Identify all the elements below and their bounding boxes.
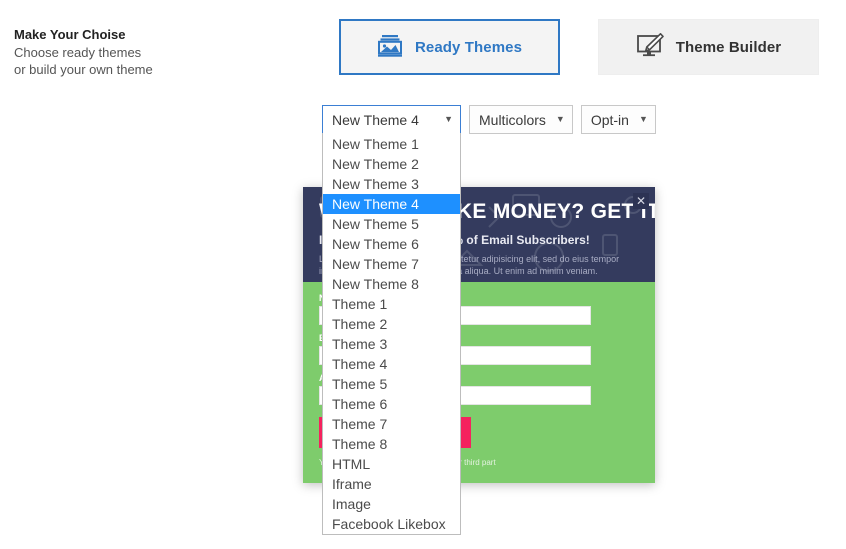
dropdown-option[interactable]: Theme 3 [323, 334, 460, 354]
intro-line-1: Choose ready themes [14, 45, 142, 60]
chevron-down-icon: ▼ [638, 114, 648, 124]
intro-block: Make Your Choise Choose ready themes or … [14, 26, 153, 78]
monitor-pencil-icon [636, 32, 664, 62]
tab-ready-themes-label: Ready Themes [414, 38, 523, 56]
type-select[interactable]: Opt-in ▼ [580, 105, 656, 134]
dropdown-option[interactable]: Facebook Likebox [323, 514, 460, 534]
dropdown-option[interactable]: New Theme 1 [323, 134, 460, 154]
dropdown-option[interactable]: Image [323, 494, 460, 514]
dropdown-option[interactable]: Theme 8 [323, 434, 460, 454]
dropdown-option[interactable]: Iframe [323, 474, 460, 494]
dropdown-option[interactable]: New Theme 3 [323, 174, 460, 194]
tab-theme-builder-label: Theme Builder [675, 38, 782, 56]
popup-close-button[interactable]: ✕ [633, 193, 649, 209]
color-select[interactable]: Multicolors ▼ [469, 105, 573, 134]
dropdown-option[interactable]: Theme 2 [323, 314, 460, 334]
dropdown-option[interactable]: New Theme 5 [323, 214, 460, 234]
theme-select[interactable]: New Theme 4 ▼ [322, 105, 461, 134]
intro-line-2: or build your own theme [14, 62, 153, 77]
dropdown-option[interactable]: New Theme 8 [323, 274, 460, 294]
dropdown-option[interactable]: New Theme 6 [323, 234, 460, 254]
dropdown-option[interactable]: Theme 4 [323, 354, 460, 374]
tab-theme-builder[interactable]: Theme Builder [598, 19, 819, 75]
chevron-down-icon: ▼ [444, 114, 453, 124]
filter-select-row: New Theme 4 ▼ Multicolors ▼ Opt-in ▼ [322, 105, 656, 134]
mode-tabs: Ready Themes Theme Builder [339, 19, 819, 75]
type-select-value: Opt-in [590, 111, 629, 128]
dropdown-option[interactable]: Theme 6 [323, 394, 460, 414]
dropdown-option[interactable]: Theme 1 [323, 294, 460, 314]
theme-select-value: New Theme 4 [332, 111, 419, 128]
dropdown-option[interactable]: New Theme 7 [323, 254, 460, 274]
dropdown-option[interactable]: New Theme 2 [323, 154, 460, 174]
dropdown-option[interactable]: Theme 7 [323, 414, 460, 434]
chevron-down-icon: ▼ [555, 114, 565, 124]
dropdown-option[interactable]: HTML [323, 454, 460, 474]
tab-ready-themes[interactable]: Ready Themes [339, 19, 560, 75]
page-title: Make Your Choise [14, 27, 126, 42]
color-select-value: Multicolors [479, 111, 546, 128]
theme-dropdown-list[interactable]: New Theme 1 New Theme 2 New Theme 3 New The… [322, 133, 461, 535]
image-themes-icon [377, 34, 403, 61]
dropdown-option[interactable]: New Theme 4 [323, 194, 460, 214]
dropdown-option[interactable]: Theme 5 [323, 374, 460, 394]
